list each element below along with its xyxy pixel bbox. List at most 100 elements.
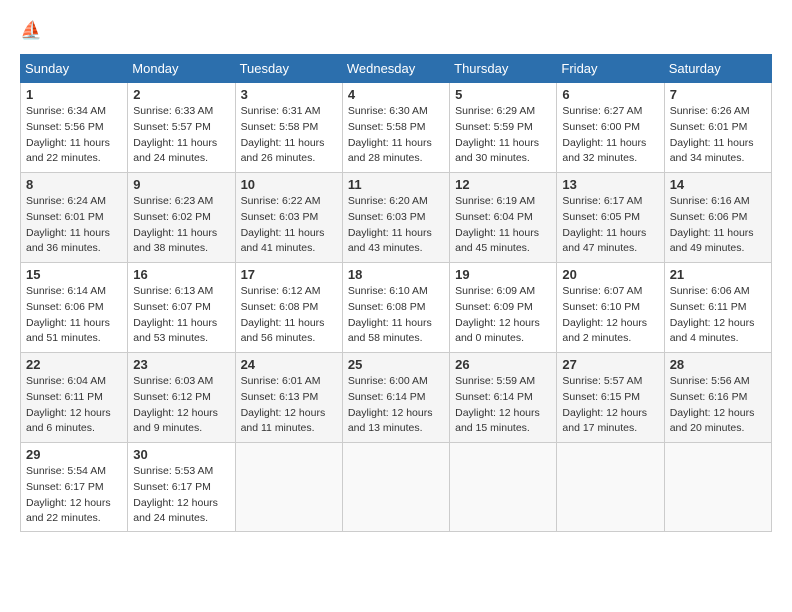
- day-number: 8: [26, 177, 122, 192]
- calendar-cell: 15 Sunrise: 6:14 AM Sunset: 6:06 PM Dayl…: [21, 263, 128, 353]
- day-number: 30: [133, 447, 229, 462]
- calendar-cell: 10 Sunrise: 6:22 AM Sunset: 6:03 PM Dayl…: [235, 173, 342, 263]
- calendar-cell: 27 Sunrise: 5:57 AM Sunset: 6:15 PM Dayl…: [557, 353, 664, 443]
- day-info: Sunrise: 5:54 AM Sunset: 6:17 PM Dayligh…: [26, 464, 122, 527]
- calendar-week-row: 22 Sunrise: 6:04 AM Sunset: 6:11 PM Dayl…: [21, 353, 772, 443]
- day-info: Sunrise: 6:09 AM Sunset: 6:09 PM Dayligh…: [455, 284, 551, 347]
- day-number: 21: [670, 267, 766, 282]
- day-info: Sunrise: 6:10 AM Sunset: 6:08 PM Dayligh…: [348, 284, 444, 347]
- day-number: 11: [348, 177, 444, 192]
- calendar-cell: [450, 443, 557, 532]
- calendar-cell: 17 Sunrise: 6:12 AM Sunset: 6:08 PM Dayl…: [235, 263, 342, 353]
- day-info: Sunrise: 6:12 AM Sunset: 6:08 PM Dayligh…: [241, 284, 337, 347]
- day-number: 12: [455, 177, 551, 192]
- day-number: 16: [133, 267, 229, 282]
- calendar-cell: 9 Sunrise: 6:23 AM Sunset: 6:02 PM Dayli…: [128, 173, 235, 263]
- day-info: Sunrise: 6:20 AM Sunset: 6:03 PM Dayligh…: [348, 194, 444, 257]
- day-number: 25: [348, 357, 444, 372]
- day-info: Sunrise: 5:53 AM Sunset: 6:17 PM Dayligh…: [133, 464, 229, 527]
- calendar-cell: 2 Sunrise: 6:33 AM Sunset: 5:57 PM Dayli…: [128, 83, 235, 173]
- day-info: Sunrise: 6:14 AM Sunset: 6:06 PM Dayligh…: [26, 284, 122, 347]
- calendar-cell: 22 Sunrise: 6:04 AM Sunset: 6:11 PM Dayl…: [21, 353, 128, 443]
- day-info: Sunrise: 6:23 AM Sunset: 6:02 PM Dayligh…: [133, 194, 229, 257]
- calendar-cell: 26 Sunrise: 5:59 AM Sunset: 6:14 PM Dayl…: [450, 353, 557, 443]
- day-number: 13: [562, 177, 658, 192]
- calendar-cell: 1 Sunrise: 6:34 AM Sunset: 5:56 PM Dayli…: [21, 83, 128, 173]
- weekday-header-wednesday: Wednesday: [342, 55, 449, 83]
- calendar-cell: 25 Sunrise: 6:00 AM Sunset: 6:14 PM Dayl…: [342, 353, 449, 443]
- logo-icon: ⛵: [20, 20, 44, 44]
- day-info: Sunrise: 6:33 AM Sunset: 5:57 PM Dayligh…: [133, 104, 229, 167]
- day-info: Sunrise: 6:29 AM Sunset: 5:59 PM Dayligh…: [455, 104, 551, 167]
- day-number: 5: [455, 87, 551, 102]
- day-info: Sunrise: 6:16 AM Sunset: 6:06 PM Dayligh…: [670, 194, 766, 257]
- day-number: 29: [26, 447, 122, 462]
- day-info: Sunrise: 5:57 AM Sunset: 6:15 PM Dayligh…: [562, 374, 658, 437]
- day-number: 1: [26, 87, 122, 102]
- calendar-cell: 21 Sunrise: 6:06 AM Sunset: 6:11 PM Dayl…: [664, 263, 771, 353]
- calendar-week-row: 15 Sunrise: 6:14 AM Sunset: 6:06 PM Dayl…: [21, 263, 772, 353]
- calendar-cell: [664, 443, 771, 532]
- calendar-cell: 23 Sunrise: 6:03 AM Sunset: 6:12 PM Dayl…: [128, 353, 235, 443]
- calendar-cell: 8 Sunrise: 6:24 AM Sunset: 6:01 PM Dayli…: [21, 173, 128, 263]
- calendar-table: SundayMondayTuesdayWednesdayThursdayFrid…: [20, 54, 772, 532]
- day-number: 7: [670, 87, 766, 102]
- day-number: 20: [562, 267, 658, 282]
- day-info: Sunrise: 6:26 AM Sunset: 6:01 PM Dayligh…: [670, 104, 766, 167]
- day-info: Sunrise: 6:34 AM Sunset: 5:56 PM Dayligh…: [26, 104, 122, 167]
- day-number: 15: [26, 267, 122, 282]
- calendar-cell: 13 Sunrise: 6:17 AM Sunset: 6:05 PM Dayl…: [557, 173, 664, 263]
- day-number: 17: [241, 267, 337, 282]
- day-number: 4: [348, 87, 444, 102]
- calendar-cell: 29 Sunrise: 5:54 AM Sunset: 6:17 PM Dayl…: [21, 443, 128, 532]
- calendar-cell: 4 Sunrise: 6:30 AM Sunset: 5:58 PM Dayli…: [342, 83, 449, 173]
- calendar-cell: 30 Sunrise: 5:53 AM Sunset: 6:17 PM Dayl…: [128, 443, 235, 532]
- weekday-header-saturday: Saturday: [664, 55, 771, 83]
- day-number: 24: [241, 357, 337, 372]
- day-info: Sunrise: 6:19 AM Sunset: 6:04 PM Dayligh…: [455, 194, 551, 257]
- day-info: Sunrise: 6:06 AM Sunset: 6:11 PM Dayligh…: [670, 284, 766, 347]
- day-info: Sunrise: 6:00 AM Sunset: 6:14 PM Dayligh…: [348, 374, 444, 437]
- day-info: Sunrise: 6:24 AM Sunset: 6:01 PM Dayligh…: [26, 194, 122, 257]
- day-info: Sunrise: 6:04 AM Sunset: 6:11 PM Dayligh…: [26, 374, 122, 437]
- calendar-cell: 19 Sunrise: 6:09 AM Sunset: 6:09 PM Dayl…: [450, 263, 557, 353]
- day-number: 27: [562, 357, 658, 372]
- day-number: 28: [670, 357, 766, 372]
- calendar-cell: 18 Sunrise: 6:10 AM Sunset: 6:08 PM Dayl…: [342, 263, 449, 353]
- weekday-header-monday: Monday: [128, 55, 235, 83]
- calendar-cell: [342, 443, 449, 532]
- calendar-cell: 5 Sunrise: 6:29 AM Sunset: 5:59 PM Dayli…: [450, 83, 557, 173]
- day-info: Sunrise: 6:07 AM Sunset: 6:10 PM Dayligh…: [562, 284, 658, 347]
- day-info: Sunrise: 5:59 AM Sunset: 6:14 PM Dayligh…: [455, 374, 551, 437]
- calendar-week-row: 1 Sunrise: 6:34 AM Sunset: 5:56 PM Dayli…: [21, 83, 772, 173]
- day-info: Sunrise: 6:22 AM Sunset: 6:03 PM Dayligh…: [241, 194, 337, 257]
- weekday-header-row: SundayMondayTuesdayWednesdayThursdayFrid…: [21, 55, 772, 83]
- day-info: Sunrise: 6:27 AM Sunset: 6:00 PM Dayligh…: [562, 104, 658, 167]
- calendar-cell: 28 Sunrise: 5:56 AM Sunset: 6:16 PM Dayl…: [664, 353, 771, 443]
- day-number: 26: [455, 357, 551, 372]
- weekday-header-friday: Friday: [557, 55, 664, 83]
- day-info: Sunrise: 6:31 AM Sunset: 5:58 PM Dayligh…: [241, 104, 337, 167]
- day-number: 2: [133, 87, 229, 102]
- day-info: Sunrise: 5:56 AM Sunset: 6:16 PM Dayligh…: [670, 374, 766, 437]
- day-number: 18: [348, 267, 444, 282]
- day-number: 3: [241, 87, 337, 102]
- weekday-header-thursday: Thursday: [450, 55, 557, 83]
- weekday-header-tuesday: Tuesday: [235, 55, 342, 83]
- calendar-cell: 14 Sunrise: 6:16 AM Sunset: 6:06 PM Dayl…: [664, 173, 771, 263]
- calendar-cell: 7 Sunrise: 6:26 AM Sunset: 6:01 PM Dayli…: [664, 83, 771, 173]
- day-info: Sunrise: 6:13 AM Sunset: 6:07 PM Dayligh…: [133, 284, 229, 347]
- calendar-cell: [235, 443, 342, 532]
- calendar-cell: 16 Sunrise: 6:13 AM Sunset: 6:07 PM Dayl…: [128, 263, 235, 353]
- day-number: 14: [670, 177, 766, 192]
- day-number: 9: [133, 177, 229, 192]
- day-info: Sunrise: 6:30 AM Sunset: 5:58 PM Dayligh…: [348, 104, 444, 167]
- day-number: 23: [133, 357, 229, 372]
- day-info: Sunrise: 6:17 AM Sunset: 6:05 PM Dayligh…: [562, 194, 658, 257]
- calendar-cell: [557, 443, 664, 532]
- calendar-cell: 6 Sunrise: 6:27 AM Sunset: 6:00 PM Dayli…: [557, 83, 664, 173]
- calendar-week-row: 8 Sunrise: 6:24 AM Sunset: 6:01 PM Dayli…: [21, 173, 772, 263]
- calendar-cell: 12 Sunrise: 6:19 AM Sunset: 6:04 PM Dayl…: [450, 173, 557, 263]
- day-number: 19: [455, 267, 551, 282]
- calendar-cell: 24 Sunrise: 6:01 AM Sunset: 6:13 PM Dayl…: [235, 353, 342, 443]
